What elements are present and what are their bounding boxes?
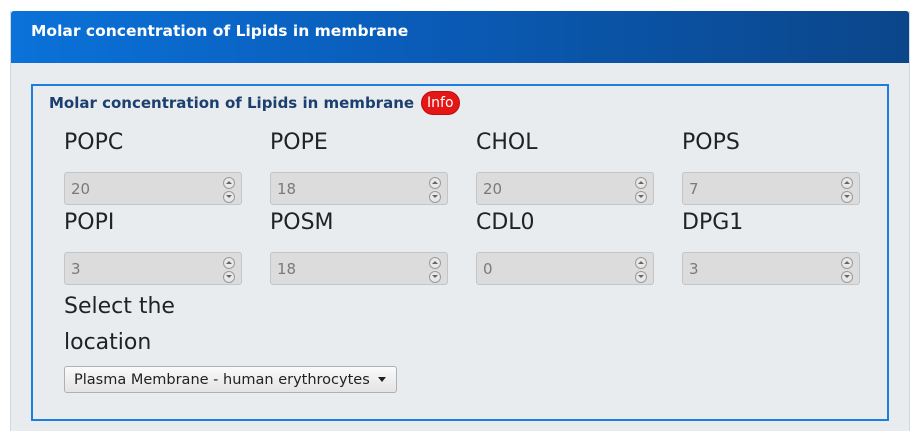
info-button[interactable]: Info — [421, 91, 460, 115]
stepper-down-icon[interactable] — [841, 191, 853, 203]
cdl0-stepper[interactable] — [635, 257, 647, 283]
posm-value: 18 — [277, 260, 297, 278]
pope-stepper[interactable] — [429, 177, 441, 203]
lipid-label-popc: POPC — [64, 130, 124, 155]
lipid-label-pops: POPS — [682, 130, 740, 155]
stepper-down-icon[interactable] — [635, 191, 647, 203]
stepper-down-icon[interactable] — [841, 271, 853, 283]
panel-header: Molar concentration of Lipids in membran… — [11, 11, 909, 63]
stepper-down-icon[interactable] — [635, 271, 647, 283]
dpg1-value: 3 — [689, 260, 699, 278]
location-label: Select the location — [64, 289, 224, 361]
stepper-down-icon[interactable] — [429, 271, 441, 283]
pope-value: 18 — [277, 180, 297, 198]
legend-text: Molar concentration of Lipids in membran… — [49, 94, 415, 112]
stepper-up-icon[interactable] — [429, 257, 441, 269]
lipid-label-posm: POSM — [270, 210, 334, 235]
pope-input[interactable]: 18 — [270, 172, 448, 205]
popc-input[interactable]: 20 — [64, 172, 242, 205]
location-select[interactable]: Plasma Membrane - human erythrocytes — [64, 366, 397, 393]
popc-value: 20 — [71, 180, 91, 198]
stepper-up-icon[interactable] — [223, 257, 235, 269]
stepper-up-icon[interactable] — [429, 177, 441, 189]
lipid-label-popi: POPI — [64, 210, 115, 235]
location-label-line1: Select the — [64, 294, 175, 319]
stepper-down-icon[interactable] — [223, 271, 235, 283]
cdl0-input[interactable]: 0 — [476, 252, 654, 285]
lipid-label-dpg1: DPG1 — [682, 210, 744, 235]
stepper-down-icon[interactable] — [429, 191, 441, 203]
dpg1-input[interactable]: 3 — [682, 252, 860, 285]
pops-value: 7 — [689, 180, 699, 198]
lipid-label-cdl0: CDL0 — [476, 210, 535, 235]
caret-down-icon — [377, 377, 386, 382]
popc-stepper[interactable] — [223, 177, 235, 203]
posm-stepper[interactable] — [429, 257, 441, 283]
chol-input[interactable]: 20 — [476, 172, 654, 205]
pops-input[interactable]: 7 — [682, 172, 860, 205]
pops-stepper[interactable] — [841, 177, 853, 203]
stepper-up-icon[interactable] — [841, 257, 853, 269]
stepper-up-icon[interactable] — [635, 177, 647, 189]
cdl0-value: 0 — [483, 260, 493, 278]
lipid-concentration-panel: Molar concentration of Lipids in membran… — [10, 11, 910, 431]
posm-input[interactable]: 18 — [270, 252, 448, 285]
fieldset-legend: Molar concentration of Lipids in membran… — [49, 91, 460, 115]
popi-stepper[interactable] — [223, 257, 235, 283]
stepper-up-icon[interactable] — [635, 257, 647, 269]
chol-value: 20 — [483, 180, 503, 198]
lipid-label-pope: POPE — [270, 130, 328, 155]
popi-value: 3 — [71, 260, 81, 278]
lipid-fieldset: Molar concentration of Lipids in membran… — [31, 84, 889, 421]
lipid-label-chol: CHOL — [476, 130, 538, 155]
stepper-down-icon[interactable] — [223, 191, 235, 203]
chol-stepper[interactable] — [635, 177, 647, 203]
popi-input[interactable]: 3 — [64, 252, 242, 285]
stepper-up-icon[interactable] — [223, 177, 235, 189]
location-selected-value: Plasma Membrane - human erythrocytes — [74, 371, 370, 388]
stepper-up-icon[interactable] — [841, 177, 853, 189]
dpg1-stepper[interactable] — [841, 257, 853, 283]
location-label-line2: location — [64, 330, 152, 355]
panel-title: Molar concentration of Lipids in membran… — [31, 22, 409, 40]
